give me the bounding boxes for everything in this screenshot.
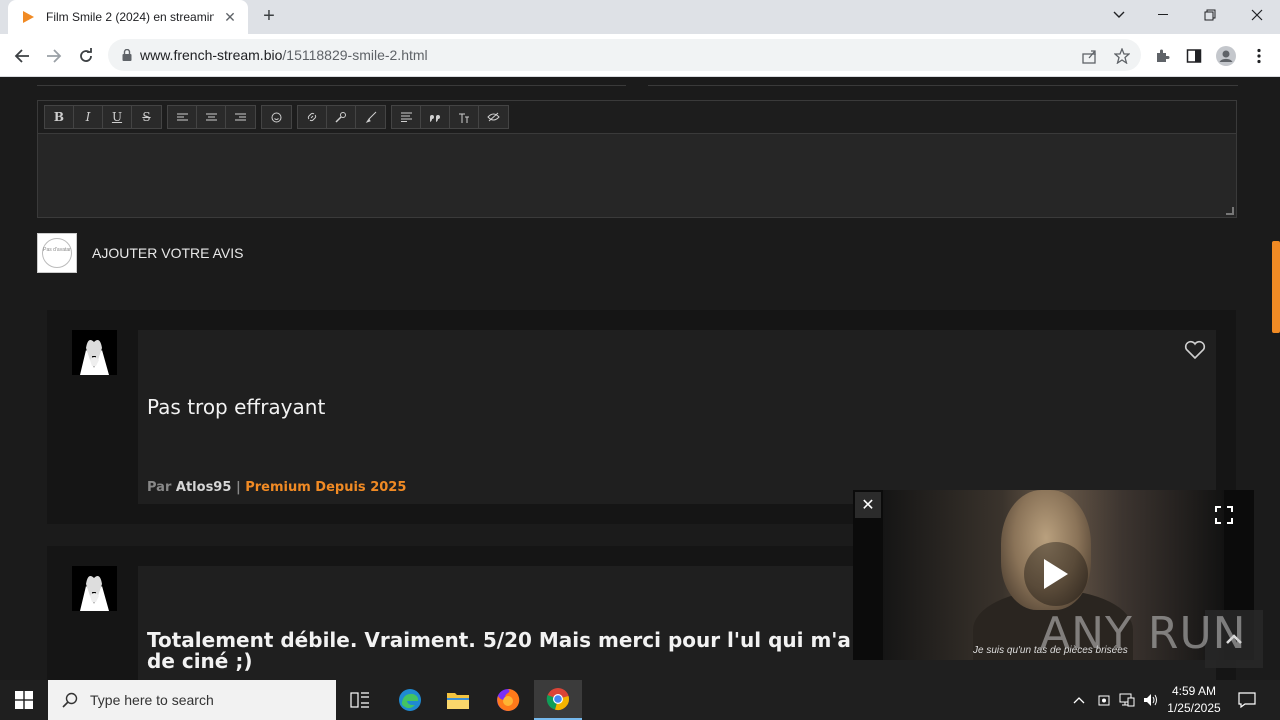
- review-meta: Par Atlos95 | Premium Depuis 2025: [147, 480, 407, 495]
- url-text: www.french-stream.bio/15118829-smile-2.h…: [140, 47, 428, 63]
- windows-taskbar: Type here to search 4:59 AM 1/25/2025: [0, 680, 1280, 720]
- show-hidden-icons-icon[interactable]: [1068, 680, 1090, 720]
- file-explorer-icon[interactable]: [434, 680, 482, 720]
- tab-close-icon[interactable]: ✕: [222, 9, 238, 25]
- premium-badge: Premium Depuis 2025: [245, 480, 407, 495]
- align-center-icon[interactable]: [197, 106, 226, 128]
- address-bar[interactable]: www.french-stream.bio/15118829-smile-2.h…: [108, 39, 1141, 71]
- editor-toolbar: B I U S: [38, 101, 1236, 134]
- page-scrollbar[interactable]: [1272, 78, 1280, 680]
- color-brush-icon[interactable]: [356, 106, 385, 128]
- minimize-icon[interactable]: [1141, 0, 1187, 30]
- chrome-icon[interactable]: [534, 680, 582, 720]
- user-avatar: Pas d'avatar: [37, 233, 77, 273]
- play-icon[interactable]: [1024, 542, 1088, 606]
- reload-icon[interactable]: [72, 42, 100, 70]
- back-arrow-icon[interactable]: [8, 42, 36, 70]
- no-avatar-text: Pas d'avatar: [42, 238, 72, 268]
- tab-search-icon[interactable]: [1096, 0, 1142, 30]
- bold-button[interactable]: B: [45, 106, 74, 128]
- scrollbar-thumb[interactable]: [1272, 241, 1280, 333]
- system-clock[interactable]: 4:59 AM 1/25/2025: [1163, 683, 1225, 717]
- profile-avatar-icon[interactable]: [1216, 46, 1236, 66]
- restore-icon[interactable]: [1187, 0, 1233, 30]
- share-icon[interactable]: [1080, 46, 1100, 66]
- strikethrough-button[interactable]: S: [132, 106, 161, 128]
- email-input[interactable]: [648, 78, 1238, 86]
- comment-textarea[interactable]: [38, 134, 1236, 217]
- review-title: Pas trop effrayant: [147, 395, 326, 419]
- tab-title: Film Smile 2 (2024) en streaming: [46, 10, 214, 24]
- hide-link-icon[interactable]: [327, 106, 356, 128]
- reviewer-avatar: [72, 330, 117, 375]
- italic-button[interactable]: I: [74, 106, 103, 128]
- resize-handle-icon[interactable]: [1226, 207, 1234, 215]
- align-left-icon[interactable]: [168, 106, 197, 128]
- security-tray-icon[interactable]: [1093, 680, 1115, 720]
- name-input[interactable]: [37, 78, 626, 86]
- heart-icon[interactable]: [1184, 340, 1206, 360]
- comment-editor: B I U S: [37, 100, 1237, 218]
- firefox-icon[interactable]: [484, 680, 532, 720]
- extensions-icon[interactable]: [1152, 46, 1172, 66]
- link-icon[interactable]: [298, 106, 327, 128]
- review-author[interactable]: Atlos95: [176, 480, 232, 495]
- task-view-icon[interactable]: [336, 680, 384, 720]
- review-body: Pas trop effrayant Par Atlos95 | Premium…: [138, 330, 1216, 504]
- emoji-icon[interactable]: [262, 106, 291, 128]
- edge-icon[interactable]: [386, 680, 434, 720]
- lock-icon: [122, 49, 132, 61]
- taskbar-search-input[interactable]: Type here to search: [48, 680, 336, 720]
- page-content: B I U S Pas d'avatar AJOUTER VOTRE AVIS …: [0, 78, 1280, 680]
- bookmark-star-icon[interactable]: [1112, 46, 1132, 66]
- new-tab-button[interactable]: +: [258, 6, 280, 28]
- fullscreen-icon[interactable]: [1214, 505, 1234, 525]
- browser-menu-icon[interactable]: [1249, 46, 1269, 66]
- text-size-icon[interactable]: [450, 106, 479, 128]
- forward-arrow-icon[interactable]: [40, 42, 68, 70]
- search-placeholder: Type here to search: [90, 692, 214, 708]
- align-right-icon[interactable]: [226, 106, 255, 128]
- notifications-icon[interactable]: [1232, 680, 1262, 720]
- search-icon: [62, 692, 78, 708]
- video-close-button[interactable]: ✕: [855, 492, 881, 518]
- windows-start-icon[interactable]: [0, 680, 48, 720]
- list-icon[interactable]: [392, 106, 421, 128]
- browser-tab[interactable]: Film Smile 2 (2024) en streaming ✕: [8, 0, 248, 34]
- add-review-button[interactable]: AJOUTER VOTRE AVIS: [92, 245, 243, 261]
- anyrun-watermark: ANY RUN: [1040, 608, 1247, 659]
- quote-icon[interactable]: [421, 106, 450, 128]
- volume-icon[interactable]: [1140, 680, 1162, 720]
- side-panel-icon[interactable]: [1184, 46, 1204, 66]
- tab-strip: Film Smile 2 (2024) en streaming ✕ +: [0, 0, 1280, 34]
- underline-button[interactable]: U: [103, 106, 132, 128]
- browser-toolbar: www.french-stream.bio/15118829-smile-2.h…: [0, 34, 1280, 77]
- add-review-row: Pas d'avatar AJOUTER VOTRE AVIS: [37, 233, 243, 273]
- spoiler-icon[interactable]: [479, 106, 508, 128]
- reviewer-avatar: [72, 566, 117, 611]
- network-icon[interactable]: [1116, 680, 1138, 720]
- close-window-icon[interactable]: [1234, 0, 1280, 30]
- play-favicon-icon: [23, 11, 34, 23]
